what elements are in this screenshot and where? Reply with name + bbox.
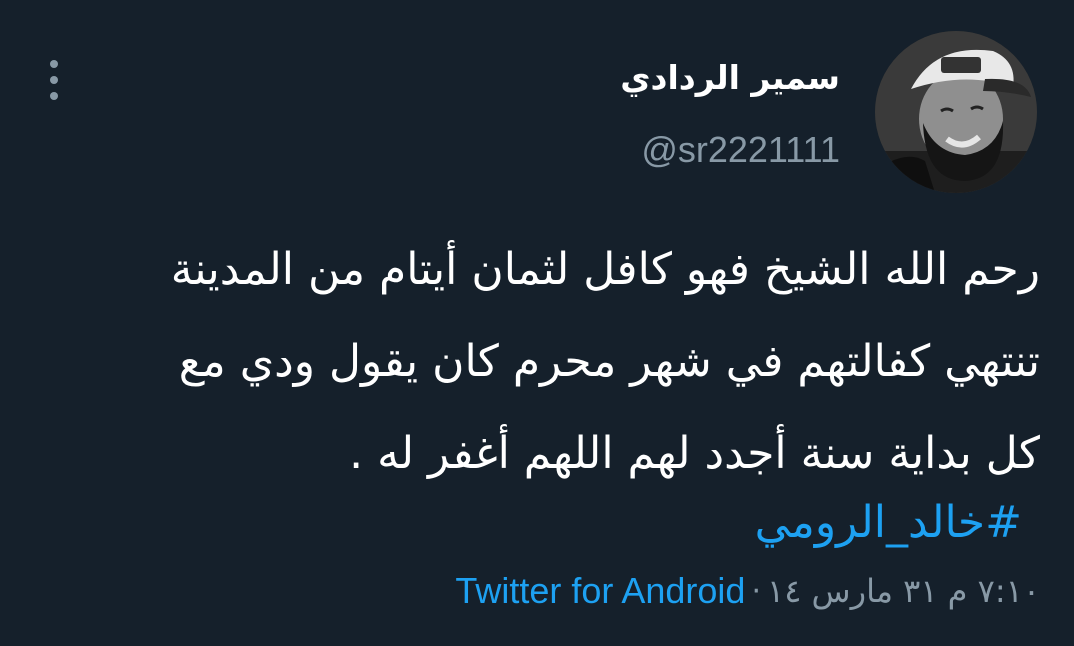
tweet-source-link[interactable]: Twitter for Android bbox=[455, 570, 745, 612]
tweet-text-line: كل بداية سنة أجدد لهم اللهم أغفر له . bbox=[349, 428, 1040, 479]
profile-photo bbox=[875, 31, 1037, 193]
tweet-text-line: رحم الله الشيخ فهو كافل لثمان أيتام من ا… bbox=[170, 244, 1040, 295]
more-vertical-icon bbox=[50, 60, 58, 68]
tweet-timestamp[interactable]: ٧:١٠ م ٣١ مارس ١٤ bbox=[767, 572, 1040, 610]
tweet-meta: ٧:١٠ م ٣١ مارس ١٤ · Twitter for Android bbox=[455, 566, 1040, 616]
more-vertical-icon-dot bbox=[50, 76, 58, 84]
author-display-name[interactable]: سمير الردادي bbox=[620, 56, 840, 100]
tweet-card: سمير الردادي @sr2221111 رحم الله الشيخ ف… bbox=[0, 0, 1074, 646]
tweet-text-line: تنتهي كفالتهم في شهر محرم كان يقول ودي م… bbox=[178, 336, 1040, 387]
more-vertical-icon-dot bbox=[50, 92, 58, 100]
more-options-button[interactable] bbox=[36, 56, 72, 104]
author-handle[interactable]: @sr2221111 bbox=[641, 126, 840, 174]
tweet-text: رحم الله الشيخ فهو كافل لثمان أيتام من ا… bbox=[40, 224, 1040, 500]
avatar[interactable] bbox=[875, 31, 1037, 193]
hashtag-link[interactable]: #خالد_الرومي bbox=[755, 488, 1022, 558]
meta-separator: · bbox=[751, 573, 761, 609]
